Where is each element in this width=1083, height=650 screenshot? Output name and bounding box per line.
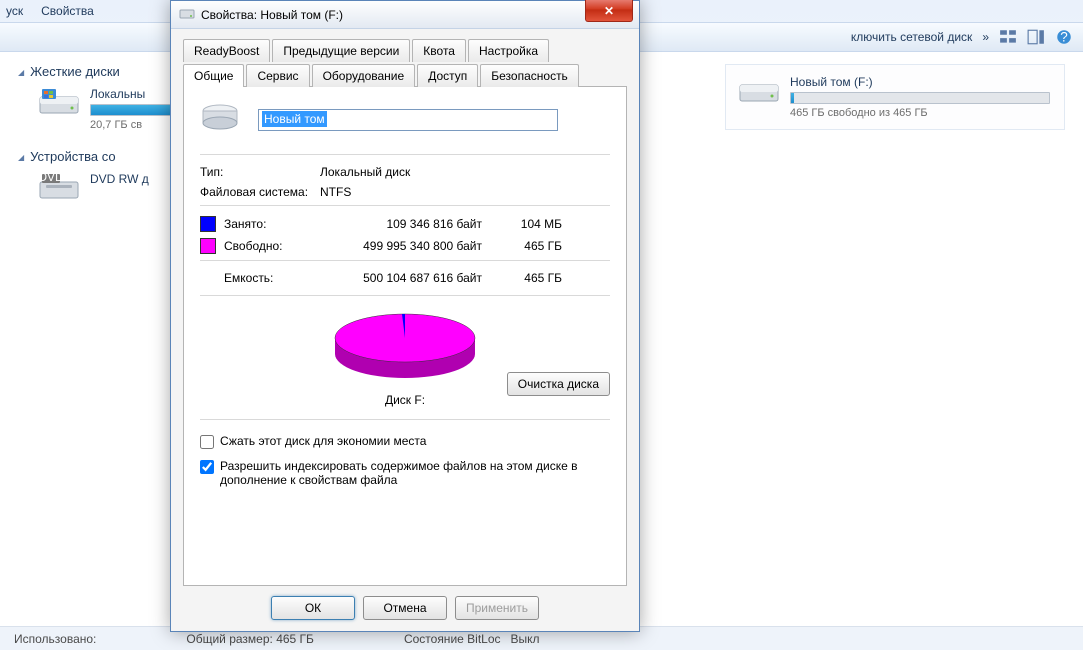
- type-label: Тип:: [200, 165, 320, 179]
- status-bitloc-label: Состояние BitLoc: [404, 632, 501, 646]
- apply-button[interactable]: Применить: [455, 596, 539, 620]
- type-value: Локальный диск: [320, 165, 610, 179]
- status-used-label: Использовано:: [14, 632, 96, 646]
- start-fragment[interactable]: уск: [6, 4, 23, 18]
- used-swatch: [200, 216, 216, 232]
- svg-text:DVD: DVD: [38, 172, 64, 184]
- tab-hardware[interactable]: Оборудование: [312, 64, 416, 87]
- tab-panel-general: Новый том Тип:Локальный диск Файловая си…: [183, 86, 627, 586]
- dialog-title: Свойства: Новый том (F:): [201, 8, 343, 22]
- fs-label: Файловая система:: [200, 185, 320, 199]
- close-button[interactable]: ✕: [585, 0, 633, 22]
- menu-properties[interactable]: Свойства: [41, 4, 94, 18]
- hdd-icon: [179, 5, 195, 24]
- compress-checkbox[interactable]: [200, 435, 214, 449]
- volume-name-value: Новый том: [262, 111, 327, 127]
- used-label: Занято:: [224, 217, 318, 231]
- index-checkbox[interactable]: [200, 460, 214, 474]
- volume-name-input[interactable]: Новый том: [258, 109, 558, 131]
- free-bytes: 499 995 340 800 байт: [318, 239, 482, 253]
- status-bitloc-value: Выкл: [511, 632, 540, 646]
- fs-value: NTFS: [320, 185, 610, 199]
- capacity-bytes: 500 104 687 616 байт: [318, 271, 482, 285]
- view-icon[interactable]: [999, 28, 1017, 46]
- dvd-icon: DVD: [38, 172, 80, 204]
- disk-cleanup-button[interactable]: Очистка диска: [507, 372, 610, 396]
- tab-sharing[interactable]: Доступ: [417, 64, 478, 87]
- drive-f-bar: [790, 92, 1050, 104]
- index-label[interactable]: Разрешить индексировать содержимое файло…: [220, 459, 580, 487]
- drive-f-name: Новый том (F:): [790, 75, 1050, 89]
- hdd-icon: [738, 75, 780, 107]
- compress-label[interactable]: Сжать этот диск для экономии места: [220, 434, 426, 448]
- help-icon[interactable]: ?: [1055, 28, 1073, 46]
- tab-security[interactable]: Безопасность: [480, 64, 579, 87]
- used-human: 104 МБ: [482, 217, 562, 231]
- properties-dialog: Свойства: Новый том (F:) ✕ ReadyBoost Пр…: [170, 0, 640, 632]
- capacity-human: 465 ГБ: [482, 271, 562, 285]
- svg-text:?: ?: [1060, 30, 1068, 45]
- cancel-button[interactable]: Отмена: [363, 596, 447, 620]
- close-icon: ✕: [604, 4, 614, 18]
- hdd-icon: [38, 87, 80, 119]
- dialog-titlebar[interactable]: Свойства: Новый том (F:) ✕: [171, 1, 639, 29]
- tab-quota[interactable]: Квота: [412, 39, 466, 62]
- free-label: Свободно:: [224, 239, 318, 253]
- free-human: 465 ГБ: [482, 239, 562, 253]
- status-total-value: 465 ГБ: [276, 632, 314, 646]
- status-total-label: Общий размер:: [186, 632, 272, 646]
- tab-tools[interactable]: Сервис: [246, 64, 309, 87]
- preview-pane-icon[interactable]: [1027, 28, 1045, 46]
- tab-general[interactable]: Общие: [183, 64, 244, 87]
- toolbar-more[interactable]: »: [982, 30, 989, 44]
- free-swatch: [200, 238, 216, 254]
- tab-readyboost[interactable]: ReadyBoost: [183, 39, 270, 62]
- toolbar-map-drive[interactable]: ключить сетевой диск: [851, 30, 972, 44]
- hdd-icon: [200, 101, 240, 138]
- capacity-label: Емкость:: [224, 271, 318, 285]
- ok-button[interactable]: ОК: [271, 596, 355, 620]
- list-item[interactable]: Новый том (F:) 465 ГБ свободно из 465 ГБ: [725, 64, 1065, 130]
- tab-previous-versions[interactable]: Предыдущие версии: [272, 39, 410, 62]
- tab-customize[interactable]: Настройка: [468, 39, 549, 62]
- drive-f-free: 465 ГБ свободно из 465 ГБ: [790, 107, 1050, 119]
- used-bytes: 109 346 816 байт: [318, 217, 482, 231]
- disk-usage-pie: [320, 304, 490, 382]
